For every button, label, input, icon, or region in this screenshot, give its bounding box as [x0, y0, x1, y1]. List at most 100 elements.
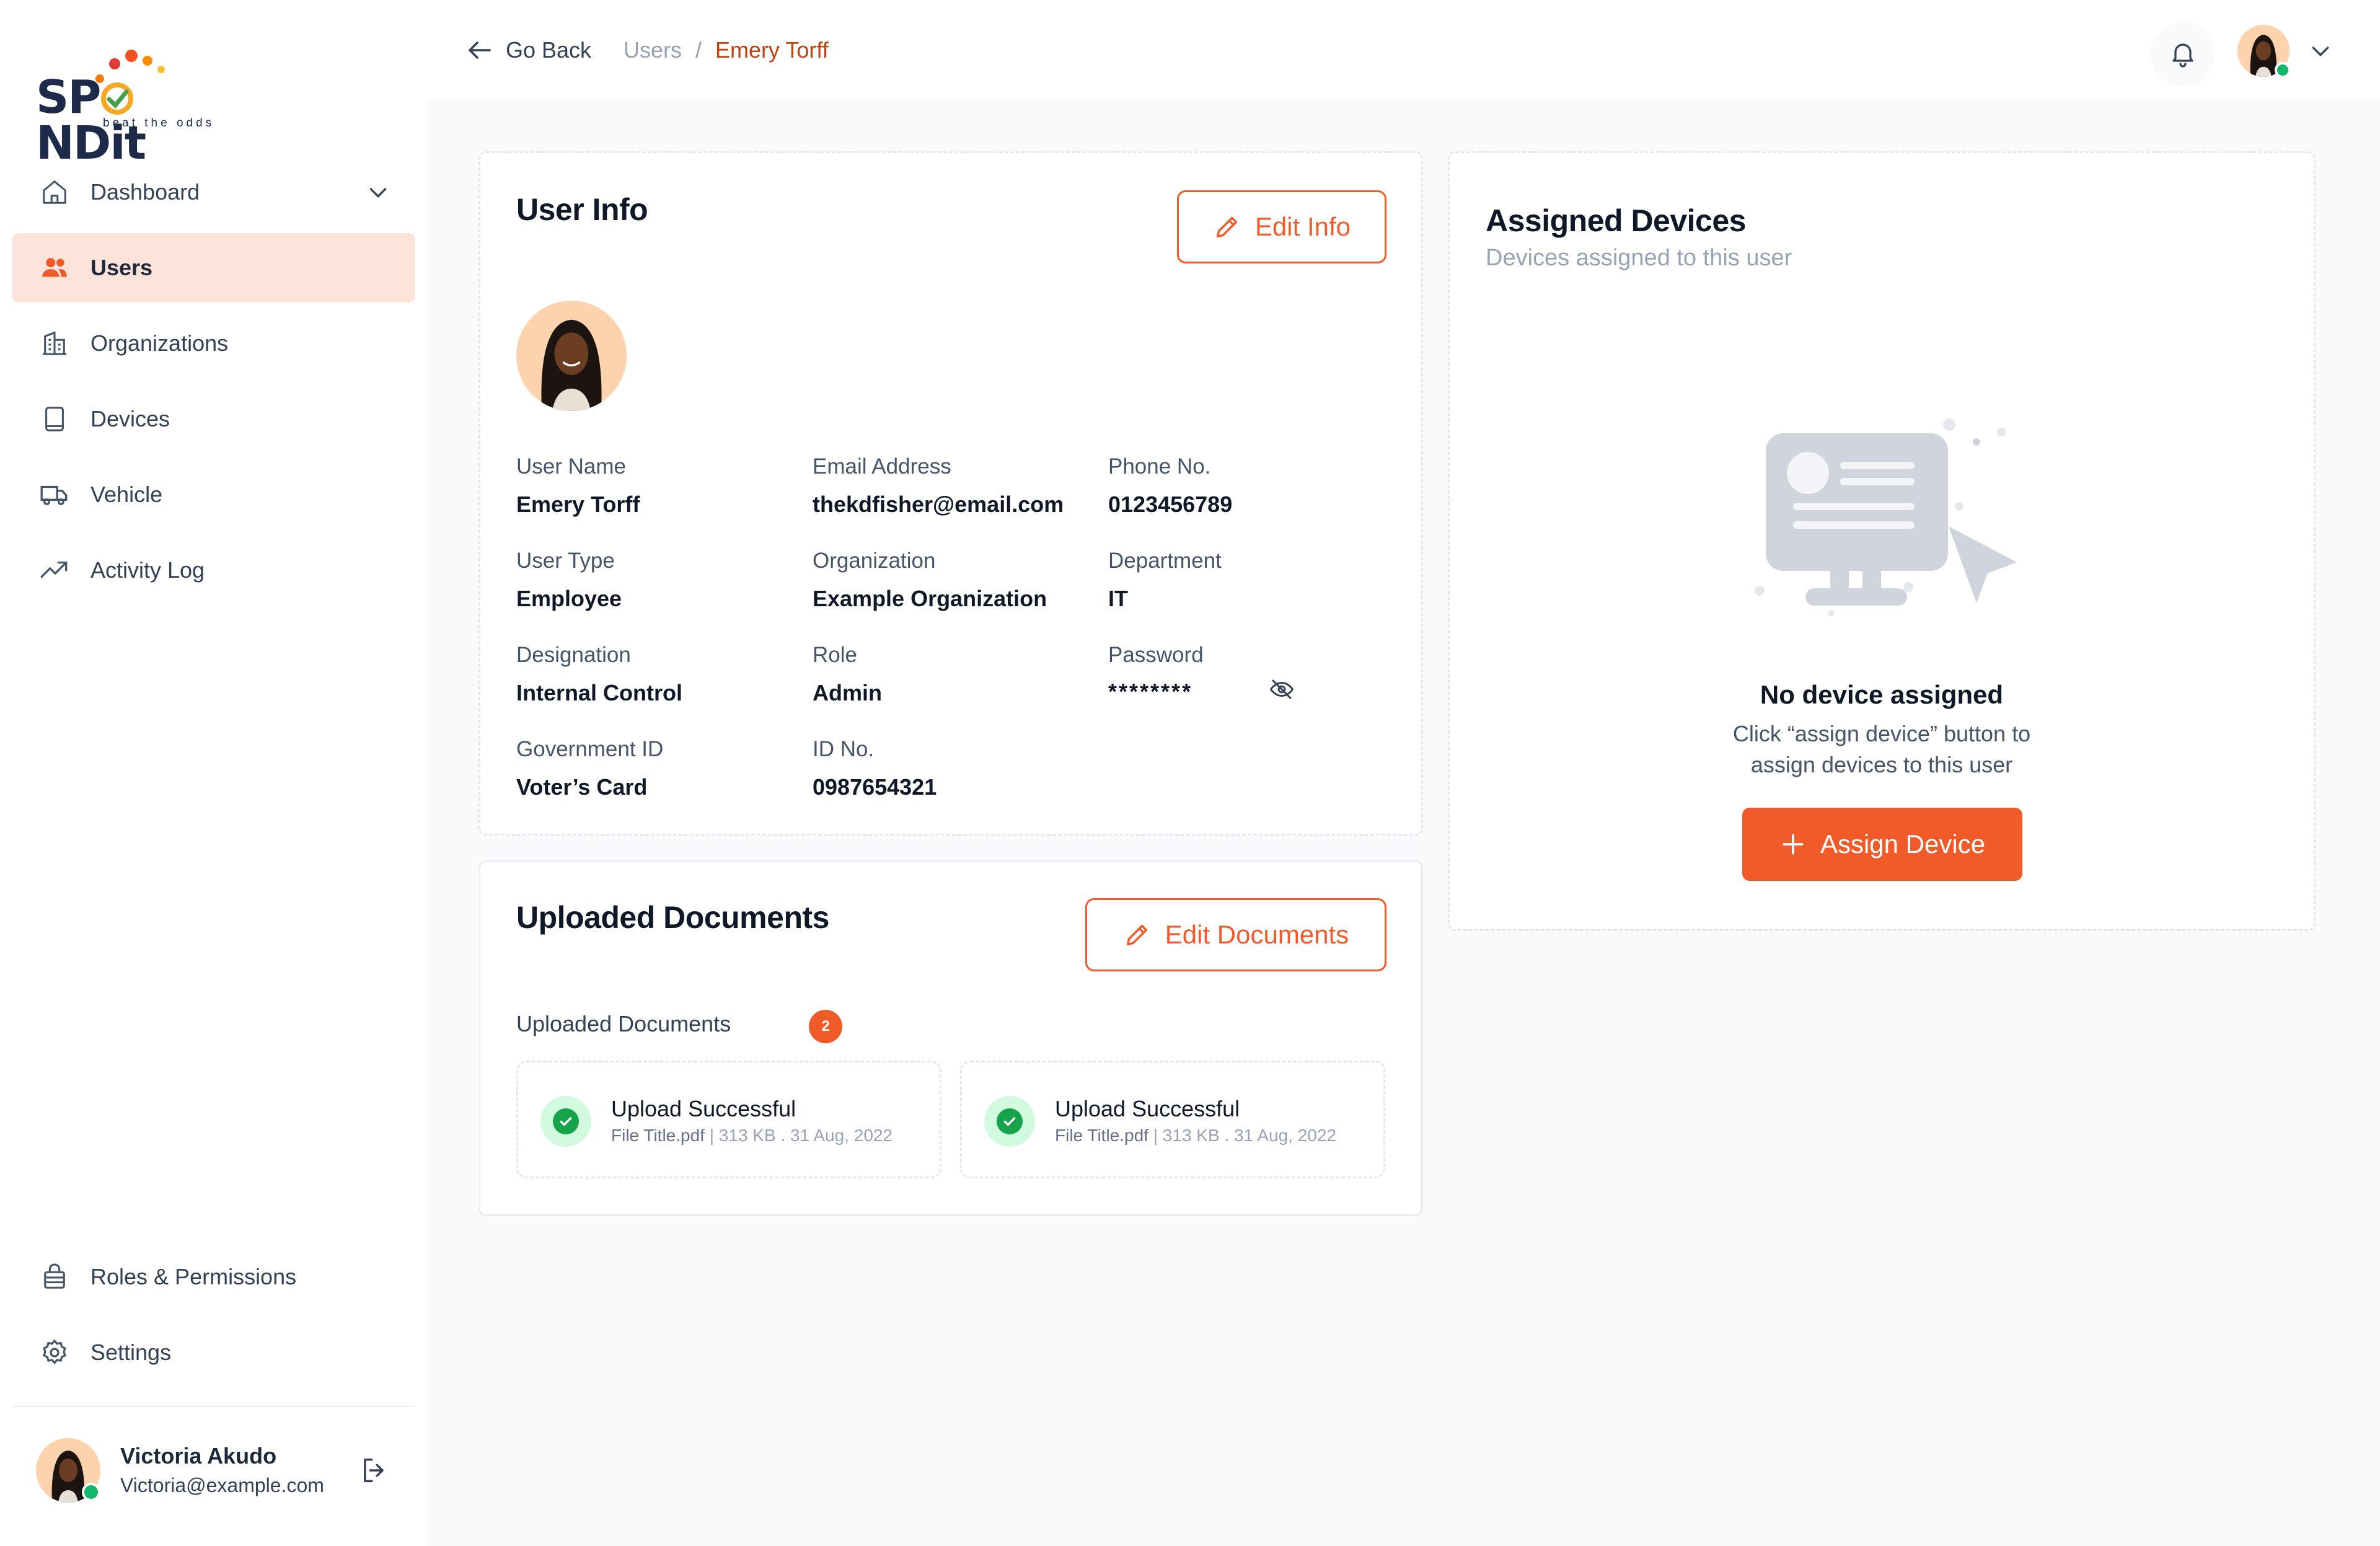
- sidebar-item-label: Activity Log: [90, 557, 205, 583]
- sidebar-item-label: Vehicle: [90, 482, 163, 507]
- edit-info-button[interactable]: Edit Info: [1177, 190, 1386, 263]
- sidebar-item-activity-log[interactable]: Activity Log: [12, 536, 415, 605]
- document-meta-details: 313 KB . 31 Aug, 2022: [718, 1126, 893, 1145]
- breadcrumb: Users / Emery Torff: [624, 37, 829, 63]
- edit-documents-button[interactable]: Edit Documents: [1085, 898, 1386, 971]
- field-value-phone: 0123456789: [1108, 492, 1233, 517]
- sidebar-item-dashboard[interactable]: Dashboard: [12, 157, 415, 227]
- chevron-down-icon: [2308, 38, 2333, 66]
- logo-dot: [157, 66, 165, 73]
- uploaded-documents-card: Uploaded Documents Edit Documents Upload…: [478, 860, 1423, 1216]
- assigned-devices-subtitle: Devices assigned to this user: [1486, 245, 1792, 271]
- notifications-button[interactable]: [2151, 22, 2215, 87]
- field-value-department: IT: [1108, 586, 1128, 611]
- sidebar-item-label: Dashboard: [90, 179, 200, 205]
- field-label-department: Department: [1108, 549, 1222, 573]
- documents-count-badge: 2: [809, 1010, 842, 1043]
- field-label-id-no: ID No.: [813, 737, 875, 761]
- sidebar-item-users[interactable]: Users: [12, 233, 415, 303]
- field-value-role: Admin: [813, 680, 882, 705]
- sidebar-divider: [12, 1406, 415, 1407]
- user-info-card: User Info Edit Info User Name Emery Torf…: [478, 151, 1423, 836]
- document-item[interactable]: Upload Successful File Title.pdf | 313 K…: [960, 1061, 1385, 1178]
- sidebar-item-devices[interactable]: Devices: [12, 384, 415, 454]
- online-status-dot: [2275, 62, 2291, 78]
- document-file-name: File Title.pdf: [611, 1126, 705, 1145]
- logo-dot: [143, 56, 152, 66]
- top-header: Go Back Users / Emery Torff: [428, 0, 2380, 99]
- sidebar-item-settings[interactable]: Settings: [12, 1318, 415, 1387]
- sidebar-item-vehicle[interactable]: Vehicle: [12, 460, 415, 529]
- go-back-button[interactable]: Go Back: [465, 35, 591, 66]
- online-status-dot: [82, 1483, 100, 1501]
- field-label-phone: Phone No.: [1108, 454, 1211, 479]
- account-menu[interactable]: [2237, 25, 2337, 78]
- main-content: User Info Edit Info User Name Emery Torf…: [428, 99, 2380, 1546]
- user-info-title: User Info: [516, 192, 648, 227]
- documents-list-label: Uploaded Documents: [516, 1011, 731, 1036]
- logout-icon[interactable]: [358, 1454, 390, 1486]
- home-icon: [38, 176, 71, 208]
- chevron-down-icon[interactable]: [366, 180, 390, 205]
- briefcase-lock-icon: [38, 1261, 71, 1293]
- check-circle-icon: [540, 1096, 591, 1147]
- field-value-id-no: 0987654321: [813, 774, 937, 800]
- truck-icon: [38, 479, 71, 511]
- empty-state-title: No device assigned: [1760, 680, 2004, 709]
- sidebar-profile: Victoria Akudo Victoria@example.com: [36, 1436, 408, 1504]
- field-label-user-type: User Type: [516, 549, 615, 573]
- device-icon: [38, 403, 71, 435]
- breadcrumb-separator: /: [695, 37, 702, 63]
- profile-email: Victoria@example.com: [120, 1474, 324, 1496]
- logo-dot: [125, 50, 138, 62]
- sidebar-item-organizations[interactable]: Organizations: [12, 309, 415, 378]
- document-item[interactable]: Upload Successful File Title.pdf | 313 K…: [516, 1061, 941, 1178]
- plus-icon: [1779, 831, 1807, 858]
- sidebar-item-label: Settings: [90, 1340, 172, 1365]
- pencil-icon: [1123, 921, 1152, 949]
- document-meta: File Title.pdf | 313 KB . 31 Aug, 2022: [1055, 1126, 1336, 1146]
- arrow-left-icon: [465, 35, 495, 65]
- go-back-label: Go Back: [506, 37, 592, 63]
- sidebar-item-label: Organizations: [90, 330, 229, 356]
- check-circle-icon: [984, 1096, 1035, 1147]
- assign-device-label: Assign Device: [1820, 829, 1986, 859]
- sidebar-item-roles-permissions[interactable]: Roles & Permissions: [12, 1242, 415, 1312]
- assign-device-button[interactable]: Assign Device: [1742, 808, 2022, 881]
- field-label-password: Password: [1108, 643, 1204, 667]
- field-label-government-id: Government ID: [516, 737, 664, 761]
- sidebar-item-label: Roles & Permissions: [90, 1264, 297, 1289]
- assigned-devices-title: Assigned Devices: [1486, 203, 1746, 238]
- eye-off-icon[interactable]: [1269, 676, 1295, 705]
- field-label-user-name: User Name: [516, 454, 626, 479]
- document-meta-details: 313 KB . 31 Aug, 2022: [1162, 1126, 1337, 1145]
- edit-documents-label: Edit Documents: [1165, 920, 1349, 949]
- field-label-designation: Designation: [516, 643, 631, 667]
- bell-icon: [2168, 38, 2198, 71]
- spondit-logo[interactable]: SPNDit beat the odds: [36, 47, 216, 166]
- user-avatar: [516, 301, 627, 411]
- empty-device-illustration: [1741, 413, 2032, 624]
- sidebar-item-label: Devices: [90, 406, 170, 431]
- document-status: Upload Successful: [1055, 1096, 1240, 1121]
- document-meta-separator: |: [1153, 1126, 1158, 1145]
- field-value-email: thekdfisher@email.com: [813, 492, 1064, 517]
- pencil-icon: [1213, 213, 1241, 241]
- field-label-organization: Organization: [813, 549, 936, 573]
- breadcrumb-users-link[interactable]: Users: [624, 37, 682, 63]
- field-value-password: ********: [1108, 679, 1193, 704]
- document-status: Upload Successful: [611, 1096, 796, 1121]
- breadcrumb-current: Emery Torff: [715, 37, 829, 63]
- field-value-government-id: Voter’s Card: [516, 774, 648, 800]
- field-value-organization: Example Organization: [813, 586, 1047, 611]
- profile-name: Victoria Akudo: [120, 1443, 277, 1469]
- field-value-designation: Internal Control: [516, 680, 682, 705]
- users-icon: [38, 252, 71, 284]
- sidebar-item-label: Users: [90, 255, 153, 280]
- document-meta-separator: |: [709, 1126, 715, 1145]
- assigned-devices-card: Assigned Devices Devices assigned to thi…: [1448, 151, 2316, 931]
- document-file-name: File Title.pdf: [1055, 1126, 1148, 1145]
- empty-state-line2: assign devices to this user: [1750, 752, 2013, 777]
- field-label-email: Email Address: [813, 454, 951, 479]
- field-label-role: Role: [813, 643, 857, 667]
